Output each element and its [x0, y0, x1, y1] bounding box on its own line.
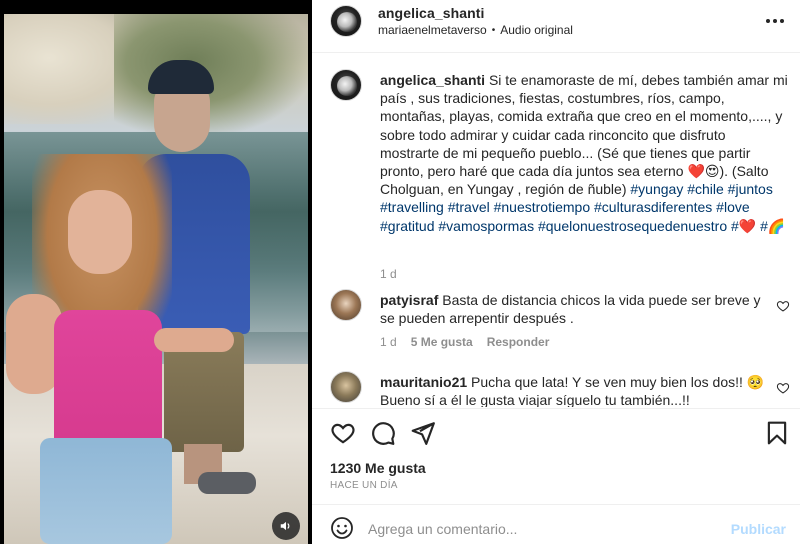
audio-attribution: mariaenelmetaverso • Audio original — [378, 23, 573, 37]
post-media[interactable] — [0, 0, 312, 544]
comment-likes[interactable]: 5 Me gusta — [411, 335, 473, 349]
commenter-avatar[interactable] — [330, 371, 362, 403]
add-comment-bar: Publicar — [312, 504, 800, 544]
speaker-icon[interactable] — [272, 512, 300, 540]
audio-collaborator[interactable]: mariaenelmetaverso — [378, 23, 487, 37]
photo-woman — [54, 310, 162, 450]
author-avatar[interactable] — [330, 5, 362, 37]
caption-text: angelica_shanti Si te enamoraste de mí, … — [380, 71, 788, 235]
comment-icon[interactable] — [370, 420, 396, 446]
author-username[interactable]: angelica_shanti — [378, 5, 485, 21]
likes-count[interactable]: 1230 Me gusta — [330, 460, 426, 476]
comments-scroll-area[interactable]: angelica_shanti Si te enamoraste de mí, … — [312, 53, 800, 407]
audio-label[interactable]: Audio original — [500, 23, 573, 37]
post-details-panel: angelica_shanti mariaenelmetaverso • Aud… — [312, 0, 800, 544]
photo-woman-jeans — [40, 438, 172, 544]
caption-username[interactable]: angelica_shanti — [380, 72, 485, 88]
action-bar — [312, 410, 800, 454]
photo-trees — [114, 14, 308, 134]
comment-text: Basta de distancia chicos la vida puede … — [380, 292, 761, 327]
post-time-ago: HACE UN DÍA — [330, 480, 398, 491]
comment-input[interactable] — [368, 514, 714, 544]
commenter-username[interactable]: mauritanio21 — [380, 374, 467, 390]
publish-button[interactable]: Publicar — [731, 521, 786, 537]
commenter-username[interactable]: patyisraf — [380, 292, 438, 308]
more-dots-icon[interactable] — [764, 14, 786, 28]
post-header: angelica_shanti mariaenelmetaverso • Aud… — [312, 0, 800, 52]
bookmark-icon[interactable] — [764, 420, 790, 446]
caption-body: Si te enamoraste de mí, debes también am… — [380, 72, 788, 198]
photo-man-shoe — [198, 472, 256, 494]
audio-separator: • — [491, 24, 496, 36]
emoji-icon[interactable] — [330, 516, 354, 540]
actions-divider — [312, 408, 800, 409]
heart-icon[interactable] — [330, 420, 356, 446]
comment-heart-icon[interactable] — [776, 299, 790, 313]
comment-body: patyisraf Basta de distancia chicos la v… — [380, 291, 772, 327]
comment-meta: 1 d 5 Me gusta Responder — [380, 335, 549, 349]
photo-woman-face — [68, 190, 132, 274]
comment-timestamp: 1 d — [380, 335, 397, 349]
paper-plane-icon[interactable] — [410, 420, 436, 446]
photo-woman-arm-holding — [154, 328, 234, 352]
post-photo — [4, 14, 308, 544]
commenter-avatar[interactable] — [330, 289, 362, 321]
reply-button[interactable]: Responder — [487, 335, 550, 349]
comment-heart-icon[interactable] — [776, 381, 790, 395]
caption-author-avatar[interactable] — [330, 69, 362, 101]
caption-timestamp: 1 d — [380, 267, 397, 281]
comment-body: mauritanio21 Pucha que lata! Y se ven mu… — [380, 373, 772, 407]
